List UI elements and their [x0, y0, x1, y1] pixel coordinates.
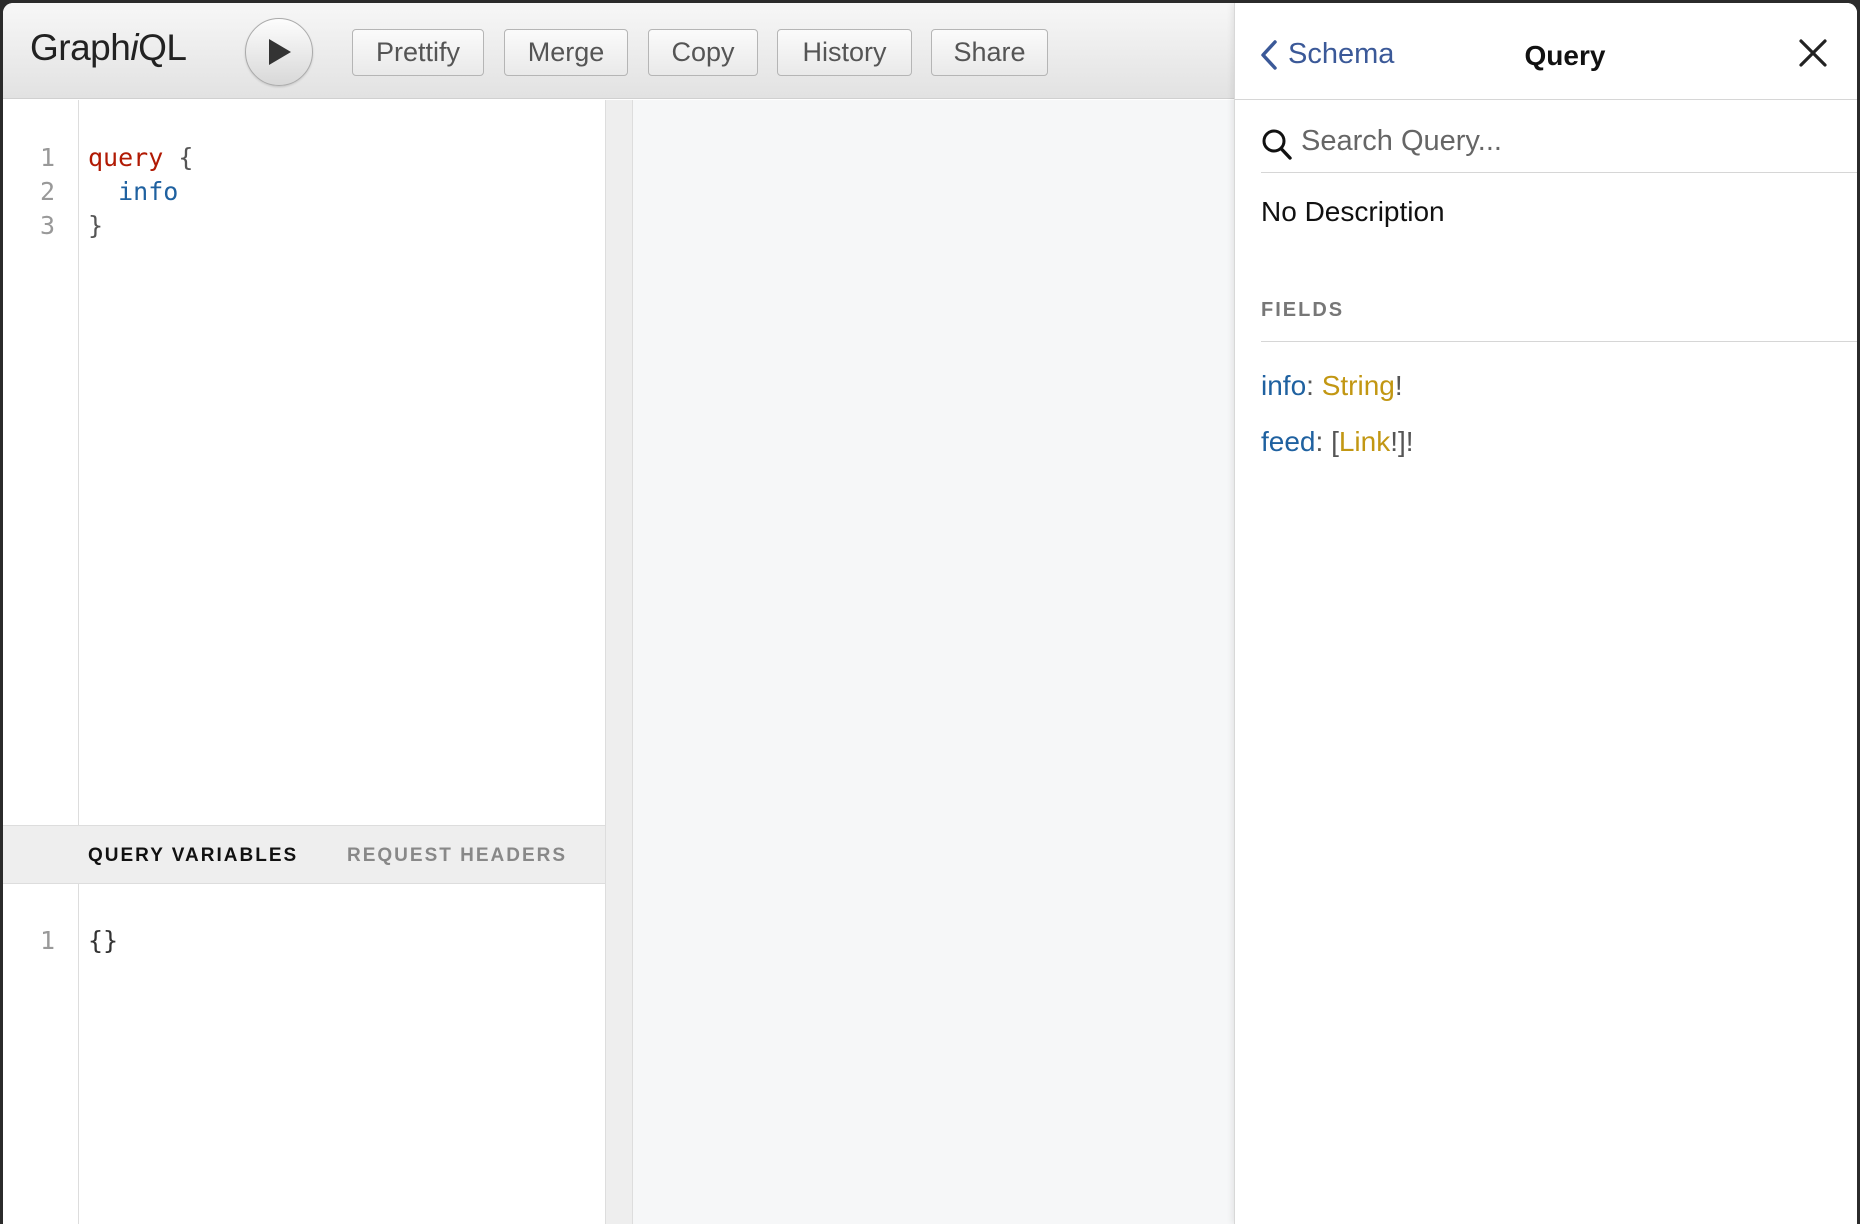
tab-query-variables[interactable]: QUERY VARIABLES	[88, 845, 298, 867]
line-number: 2	[39, 177, 55, 206]
doc-explorer-title: Query	[1524, 40, 1606, 71]
divider	[1261, 341, 1857, 342]
query-editor[interactable]: 1 2 3 query { info }	[3, 100, 605, 825]
brace: {	[163, 143, 194, 172]
play-icon	[269, 39, 291, 65]
code-line[interactable]: }	[88, 209, 103, 243]
execute-query-button[interactable]	[245, 18, 313, 86]
top-toolbar: GraphiQL Prettify Merge Copy History Sha…	[3, 3, 1234, 99]
type-link[interactable]: Link	[1339, 426, 1390, 457]
doc-explorer: Schema Query No Description FIELDS info:…	[1234, 3, 1857, 1224]
graphiql-app: GraphiQL Prettify Merge Copy History Sha…	[3, 3, 1857, 1224]
fields-heading: FIELDS	[1261, 299, 1345, 321]
line-number: 1	[39, 926, 55, 955]
close-icon	[1799, 39, 1827, 67]
type-suffix: !]!	[1390, 426, 1414, 457]
field-separator: :	[1306, 370, 1322, 401]
type-suffix: !	[1394, 370, 1403, 401]
type-description: No Description	[1261, 196, 1445, 227]
editor-result-splitter[interactable]	[605, 100, 633, 1224]
result-viewer[interactable]	[633, 100, 1234, 1224]
back-to-schema-link[interactable]: Schema	[1260, 38, 1394, 71]
search-input[interactable]	[1301, 119, 1841, 163]
brace: }	[88, 211, 104, 240]
variables-tab-bar: QUERY VARIABLES REQUEST HEADERS	[3, 825, 605, 884]
graphiql-logo: GraphiQL	[30, 27, 187, 68]
share-button[interactable]: Share	[931, 29, 1048, 76]
line-number-gutter: 1 2 3	[3, 100, 79, 825]
type-prefix: [	[1331, 426, 1339, 457]
field-row: feed: [Link!]!	[1261, 426, 1414, 458]
field-separator: :	[1315, 426, 1332, 457]
line-number: 3	[39, 211, 55, 240]
prettify-button[interactable]: Prettify	[352, 29, 484, 76]
code-line[interactable]: info	[88, 175, 178, 209]
type-link[interactable]: String	[1322, 370, 1395, 401]
merge-button[interactable]: Merge	[504, 29, 628, 76]
variables-editor[interactable]: 1 {}	[3, 884, 605, 1224]
search-icon	[1262, 129, 1292, 160]
history-button[interactable]: History	[777, 29, 912, 76]
doc-search	[1261, 115, 1857, 173]
doc-explorer-header: Schema Query	[1235, 3, 1857, 100]
query-keyword: query	[88, 143, 164, 172]
copy-button[interactable]: Copy	[648, 29, 758, 76]
field-name-link[interactable]: feed	[1261, 426, 1316, 457]
code-line[interactable]: query {	[88, 141, 193, 175]
field-row: info: String!	[1261, 370, 1403, 402]
back-link-label: Schema	[1288, 38, 1395, 70]
field-name-link[interactable]: info	[1261, 370, 1306, 401]
close-doc-explorer-button[interactable]	[1795, 35, 1831, 71]
variables-content[interactable]: {}	[88, 924, 118, 958]
tab-request-headers[interactable]: REQUEST HEADERS	[347, 845, 567, 867]
line-number-gutter: 1	[3, 884, 79, 1224]
line-number: 1	[39, 143, 55, 172]
chevron-left-icon	[1261, 39, 1277, 70]
field-token: info	[88, 177, 179, 206]
